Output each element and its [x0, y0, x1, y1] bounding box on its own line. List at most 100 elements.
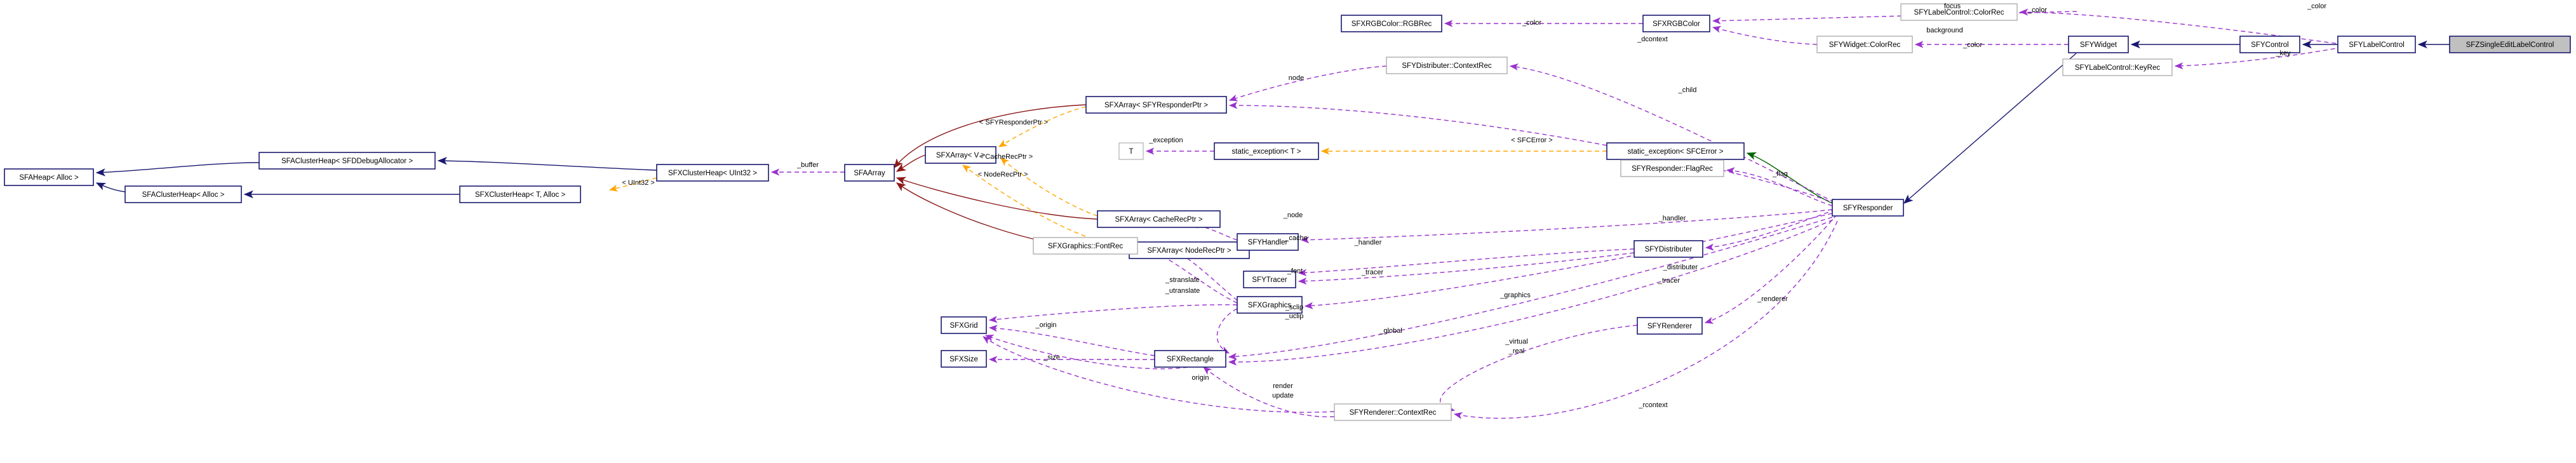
node-sfylabelcontrol-keyrec[interactable]: SFYLabelControl::KeyRec	[2062, 58, 2173, 76]
edge-usage-child-to-sfxarrayresp	[1228, 102, 1836, 204]
edge-label-font: _font	[1287, 267, 1303, 275]
node-sfxrectangle[interactable]: SFXRectangle	[1154, 350, 1226, 368]
edge-template-respptr-to-sfxarrayv	[998, 106, 1087, 147]
node-label: SFXClusterHeap< UInt32 >	[668, 170, 757, 177]
edge-usage-sfxgraphics-to-sfxgrid-stranslate	[988, 304, 1238, 323]
edge-usage-sfyrenderercontextrec-to-sfxgrid	[983, 336, 1335, 413]
node-sfaarray[interactable]: SFAArray	[844, 164, 895, 182]
node-label: static_exception< T >	[1232, 148, 1301, 156]
edge-usage-handler-to-sfyhandler	[1300, 209, 1833, 244]
edge-usage-dcontext-sfyresponder-to-contextrec	[1509, 63, 1835, 203]
node-sfxgraphics-fontrec[interactable]: SFXGraphics::FontRec	[1033, 237, 1138, 255]
edge-label-color-1: _color	[1522, 19, 1541, 27]
node-sfxarray-resp[interactable]: SFXArray< SFYResponderPtr >	[1085, 96, 1227, 114]
node-label: SFAClusterHeap< SFDDebugAllocator >	[281, 158, 413, 165]
node-sfzsingleeditlabelcontrol[interactable]: SFZSingleEditLabelControl	[2449, 36, 2571, 53]
edge-label-renderer: _renderer	[1757, 295, 1788, 303]
node-label: SFYResponder::FlagRec	[1632, 165, 1713, 173]
edge-label-sclip: _sclip	[1285, 304, 1303, 311]
edge-label-respptr: < SFYResponderPtr >	[979, 119, 1048, 126]
node-label: SFYLabelControl	[2349, 41, 2405, 49]
node-sfxarray-node[interactable]: SFXArray< NodeRecPtr >	[1129, 241, 1250, 259]
collaboration-diagram: SFAHeap< Alloc > SFAClusterHeap< SFDDebug…	[0, 0, 2576, 463]
edge-usage-sfxrectangle-to-sfxgrid-origin	[988, 325, 1155, 356]
node-label: SFYResponder	[1843, 205, 1893, 212]
edge-usage-renderer-contextrec-link	[1440, 325, 1638, 413]
node-sfywidget-colorrec[interactable]: SFYWidget::ColorRec	[1816, 36, 1913, 53]
node-label: SFZSingleEditLabelControl	[2466, 41, 2554, 49]
node-sfaclusterheap-dbg[interactable]: SFAClusterHeap< SFDDebugAllocator >	[258, 152, 436, 170]
edge-label-tracer-2: _tracer	[1658, 277, 1680, 285]
edge-label-cache: _cache	[1284, 234, 1307, 242]
node-label: SFXArray< NodeRecPtr >	[1147, 247, 1231, 255]
edge-label-update: update	[1272, 392, 1294, 399]
node-sfxsize[interactable]: SFXSize	[941, 350, 987, 368]
node-sfxclusterheap-talloc[interactable]: SFXClusterHeap< T, Alloc >	[459, 185, 581, 203]
node-label: SFXRGBColor	[1653, 20, 1700, 28]
edge-label-color-3: _color	[2027, 6, 2047, 14]
node-sfxrgbcolor[interactable]: SFXRGBColor	[1642, 15, 1710, 32]
node-sfyrenderer[interactable]: SFYRenderer	[1637, 317, 1703, 335]
node-sfyresponder-flagrec[interactable]: SFYResponder::FlagRec	[1620, 159, 1724, 177]
edge-usage-tracer-to-sfytracer	[1298, 248, 1635, 276]
edge-label-sfcerror: < SFCError >	[1511, 137, 1552, 144]
node-sfxarray-cache[interactable]: SFXArray< CacheRecPtr >	[1097, 210, 1221, 228]
node-sfxgrid[interactable]: SFXGrid	[941, 316, 987, 334]
node-label: SFYDistributer::ContextRec	[1402, 62, 1491, 70]
edge-inherit-clusterheapdbg-to-sfaheap	[95, 162, 260, 177]
node-t[interactable]: T	[1118, 142, 1144, 160]
node-sfxclusterheap-uint32[interactable]: SFXClusterHeap< UInt32 >	[656, 164, 769, 182]
node-label: static_exception< SFCError >	[1628, 148, 1724, 156]
edge-template-cache-to-sfxarrayv	[1000, 158, 1098, 217]
edge-label-exception: _exception	[1148, 137, 1183, 144]
node-label: SFXArray< V >	[936, 152, 986, 159]
edge-label-node-1: node	[1289, 74, 1304, 82]
edge-label-child: _child	[1678, 86, 1697, 94]
node-sfyresponder[interactable]: SFYResponder	[1832, 199, 1904, 217]
edge-label-focus: focus	[1944, 3, 1961, 10]
edge-label-color-4: _color	[2307, 3, 2326, 10]
edge-label-dcontext: _dcontext	[1637, 36, 1668, 43]
node-label: SFYTracer	[1252, 276, 1287, 284]
edge-label-origin-2: origin	[1192, 374, 1209, 382]
edge-label-uint32: < UInt32 >	[622, 179, 654, 187]
node-label: SFXArray< CacheRecPtr >	[1115, 216, 1202, 224]
node-static-exception-sfcerror[interactable]: static_exception< SFCError >	[1606, 142, 1745, 160]
node-label: SFXRGBColor::RGBRec	[1352, 20, 1432, 28]
edge-protected-sfyresponder-to-staticexception	[1746, 152, 1833, 204]
edge-inherit-uint32cluster-to-clusterheapdbg	[437, 156, 657, 171]
edge-label-size: _size	[1043, 354, 1060, 361]
edge-usage-focus-to-sfxrgbcolor	[1712, 11, 2077, 25]
node-label: SFAClusterHeap< Alloc >	[142, 191, 225, 199]
node-label: SFYRenderer::ContextRec	[1350, 409, 1437, 417]
edge-label-graphics: _graphics	[1499, 292, 1531, 299]
edge-label-cacherecptr: < CacheRecPtr >	[979, 153, 1033, 161]
edge-usage-background-to-sfxrgbcolor	[1712, 25, 1818, 45]
edge-usage-contextrec-to-sfxarrayresp	[1228, 65, 1387, 102]
node-sfyrenderer-contextrec[interactable]: SFYRenderer::ContextRec	[1334, 403, 1452, 421]
node-sfywidget[interactable]: SFYWidget	[2068, 36, 2129, 53]
edge-label-flag: _flag	[1772, 170, 1788, 178]
node-sfaheap-alloc[interactable]: SFAHeap< Alloc >	[4, 168, 94, 186]
edge-label-origin-1: _origin	[1035, 321, 1056, 329]
diagram-canvas: SFAHeap< Alloc > SFAClusterHeap< SFDDebug…	[4, 3, 2571, 421]
node-sfydistributer-contextrec[interactable]: SFYDistributer::ContextRec	[1386, 57, 1508, 74]
edge-label-utranslate: _utranslate	[1165, 287, 1200, 295]
edge-label-background: background	[1926, 27, 1963, 34]
edge-label-noderecptr: < NodeRecPtr >	[978, 171, 1028, 178]
node-label: T	[1129, 148, 1133, 156]
edge-label-buffer: _buffer	[796, 161, 819, 169]
node-label: SFXArray< SFYResponderPtr >	[1104, 102, 1208, 109]
edge-usage-graphics-to-sfxgraphics	[1304, 213, 1833, 309]
edge-label-handler-2: _handler	[1658, 215, 1686, 222]
edge-label-node-2: _node	[1283, 211, 1303, 219]
node-sfylabelcontrol[interactable]: SFYLabelControl	[2337, 36, 2416, 53]
node-sfycontrol[interactable]: SFYControl	[2239, 36, 2300, 53]
node-sfydistributer[interactable]: SFYDistributer	[1633, 240, 1703, 258]
edge-usage-render-update-to-rectangle-origin	[1203, 366, 1335, 417]
edge-label-render: render	[1273, 382, 1293, 390]
node-sfaclusterheap-alloc[interactable]: SFAClusterHeap< Alloc >	[124, 185, 242, 203]
node-static-exception-t[interactable]: static_exception< T >	[1214, 142, 1319, 160]
node-label: SFYWidget::ColorRec	[1829, 41, 1901, 49]
node-sfxrgbcolor-rgbrec[interactable]: SFXRGBColor::RGBRec	[1341, 15, 1442, 32]
